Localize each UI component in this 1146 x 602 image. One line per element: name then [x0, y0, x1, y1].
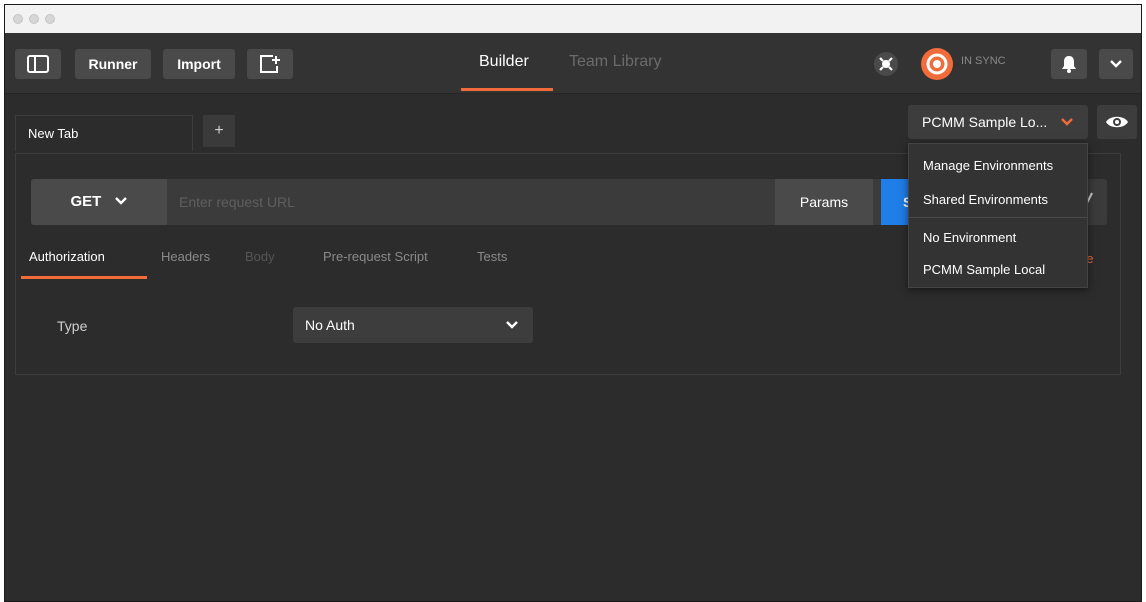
params-button[interactable]: Params [775, 179, 873, 225]
menu-item-no-environment[interactable]: No Environment [909, 224, 1087, 252]
environment-select[interactable]: PCMM Sample Lo... [908, 105, 1088, 139]
menu-item-manage-environments[interactable]: Manage Environments [909, 152, 1087, 180]
request-tab[interactable]: New Tab [15, 115, 193, 151]
tab-tests[interactable]: Tests [477, 249, 507, 264]
environment-selected-label: PCMM Sample Lo... [922, 114, 1048, 130]
notifications-button[interactable] [1051, 49, 1087, 79]
eye-icon [1106, 116, 1128, 128]
satellite-icon [874, 52, 898, 76]
import-button[interactable]: Import [163, 49, 235, 79]
toolbar: Runner Import Builder Team Library IN SY… [5, 33, 1141, 94]
method-select[interactable]: GET [31, 179, 167, 225]
runner-button[interactable]: Runner [75, 49, 151, 79]
auth-type-label: Type [57, 318, 88, 334]
settings-dropdown-button[interactable] [1099, 49, 1133, 79]
request-tab-label: New Tab [28, 126, 79, 141]
close-window-button[interactable] [13, 14, 23, 24]
add-tab-button[interactable]: + [203, 115, 235, 147]
menu-divider [909, 217, 1087, 218]
environment-dropdown-menu: Manage Environments Shared Environments … [908, 143, 1088, 288]
new-window-button[interactable] [247, 49, 293, 79]
method-label: GET [70, 193, 102, 210]
sync-status: IN SYNC [961, 55, 1006, 67]
menu-item-shared-environments[interactable]: Shared Environments [909, 186, 1087, 214]
app-window: Runner Import Builder Team Library IN SY… [4, 4, 1142, 602]
active-request-tab-indicator [21, 276, 147, 279]
sync-button[interactable] [921, 48, 953, 80]
sidebar-toggle-button[interactable] [15, 49, 61, 79]
tab-team-library[interactable]: Team Library [569, 53, 661, 75]
tab-headers[interactable]: Headers [161, 249, 210, 264]
bell-icon [1062, 56, 1076, 73]
menu-item-pcmm-sample-local[interactable]: PCMM Sample Local [909, 256, 1087, 284]
url-input[interactable] [179, 179, 779, 225]
environment-quick-look-button[interactable] [1097, 105, 1137, 139]
chevron-down-icon [505, 307, 519, 343]
auth-type-select[interactable]: No Auth [293, 307, 533, 343]
title-bar [5, 5, 1141, 34]
tab-builder[interactable]: Builder [479, 53, 529, 75]
chevron-down-icon [114, 197, 127, 205]
new-window-icon [260, 55, 280, 73]
active-tab-indicator [461, 88, 553, 91]
sync-icon [926, 53, 948, 75]
tab-authorization[interactable]: Authorization [29, 249, 105, 264]
minimize-window-button[interactable] [29, 14, 39, 24]
tab-pre-request-script[interactable]: Pre-request Script [323, 249, 428, 264]
chevron-down-icon [1110, 60, 1122, 68]
sidebar-icon [27, 55, 49, 73]
zoom-window-button[interactable] [45, 14, 55, 24]
chevron-down-icon [1060, 105, 1074, 139]
interceptor-button[interactable] [871, 49, 901, 79]
tab-body[interactable]: Body [245, 249, 275, 264]
auth-type-value: No Auth [305, 317, 355, 333]
